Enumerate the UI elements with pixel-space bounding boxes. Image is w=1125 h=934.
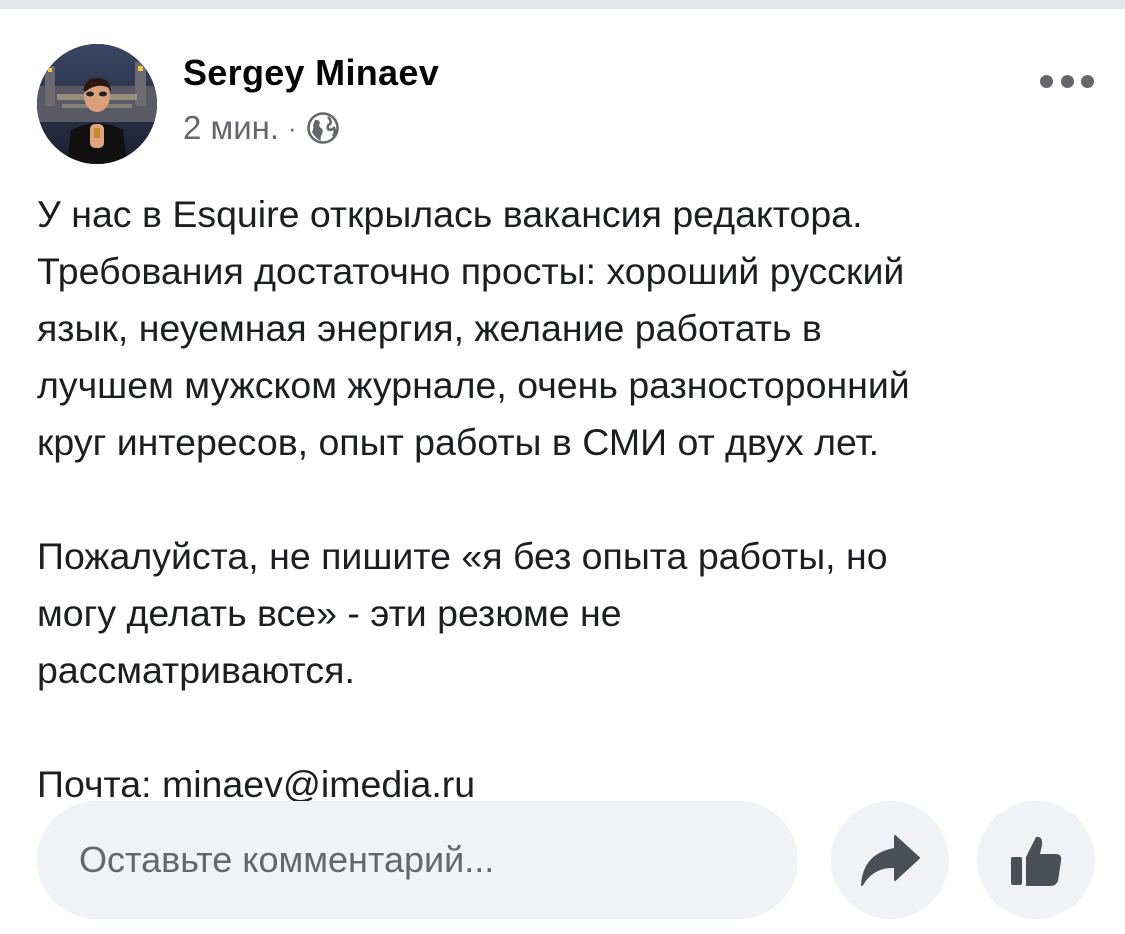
meta-separator: · [288, 112, 297, 143]
share-arrow-icon [861, 835, 920, 886]
dot-2 [1060, 74, 1074, 88]
comment-input[interactable] [77, 838, 781, 882]
post-line: У нас в Esquire открылась вакансия редак… [37, 193, 863, 235]
dot-1 [1040, 74, 1053, 88]
post-line: рассматриваются. [37, 649, 355, 691]
share-button[interactable] [831, 801, 949, 919]
top-divider [0, 0, 1125, 9]
post-body: У нас в Esquire открылась вакансия редак… [37, 186, 1097, 813]
post-line: круг интересов, опыт работы в СМИ от дву… [37, 421, 879, 463]
post-line: Пожалуйста, не пишите «я без опыта работ… [37, 535, 888, 577]
like-button[interactable] [977, 801, 1095, 919]
dot-3 [1081, 74, 1094, 88]
globe-icon[interactable] [306, 111, 340, 145]
avatar-photo [37, 44, 157, 164]
avatar[interactable] [37, 44, 157, 164]
post-line: лучшем мужском журнале, очень разносторо… [37, 364, 910, 406]
post-line: язык, неуемная энергия, желание работать… [37, 307, 822, 349]
thumbs-up-icon [1011, 836, 1062, 886]
comment-box[interactable] [37, 801, 798, 919]
more-options-icon[interactable] [1040, 66, 1094, 96]
author-name[interactable]: Sergey Minaev [183, 52, 439, 94]
post-timestamp[interactable]: 2 мин. [183, 109, 279, 147]
post-line: могу делать все» - эти резюме не [37, 592, 622, 634]
post-line: Требования достаточно просты: хороший ру… [37, 250, 905, 292]
post-meta: 2 мин. · [183, 108, 340, 148]
